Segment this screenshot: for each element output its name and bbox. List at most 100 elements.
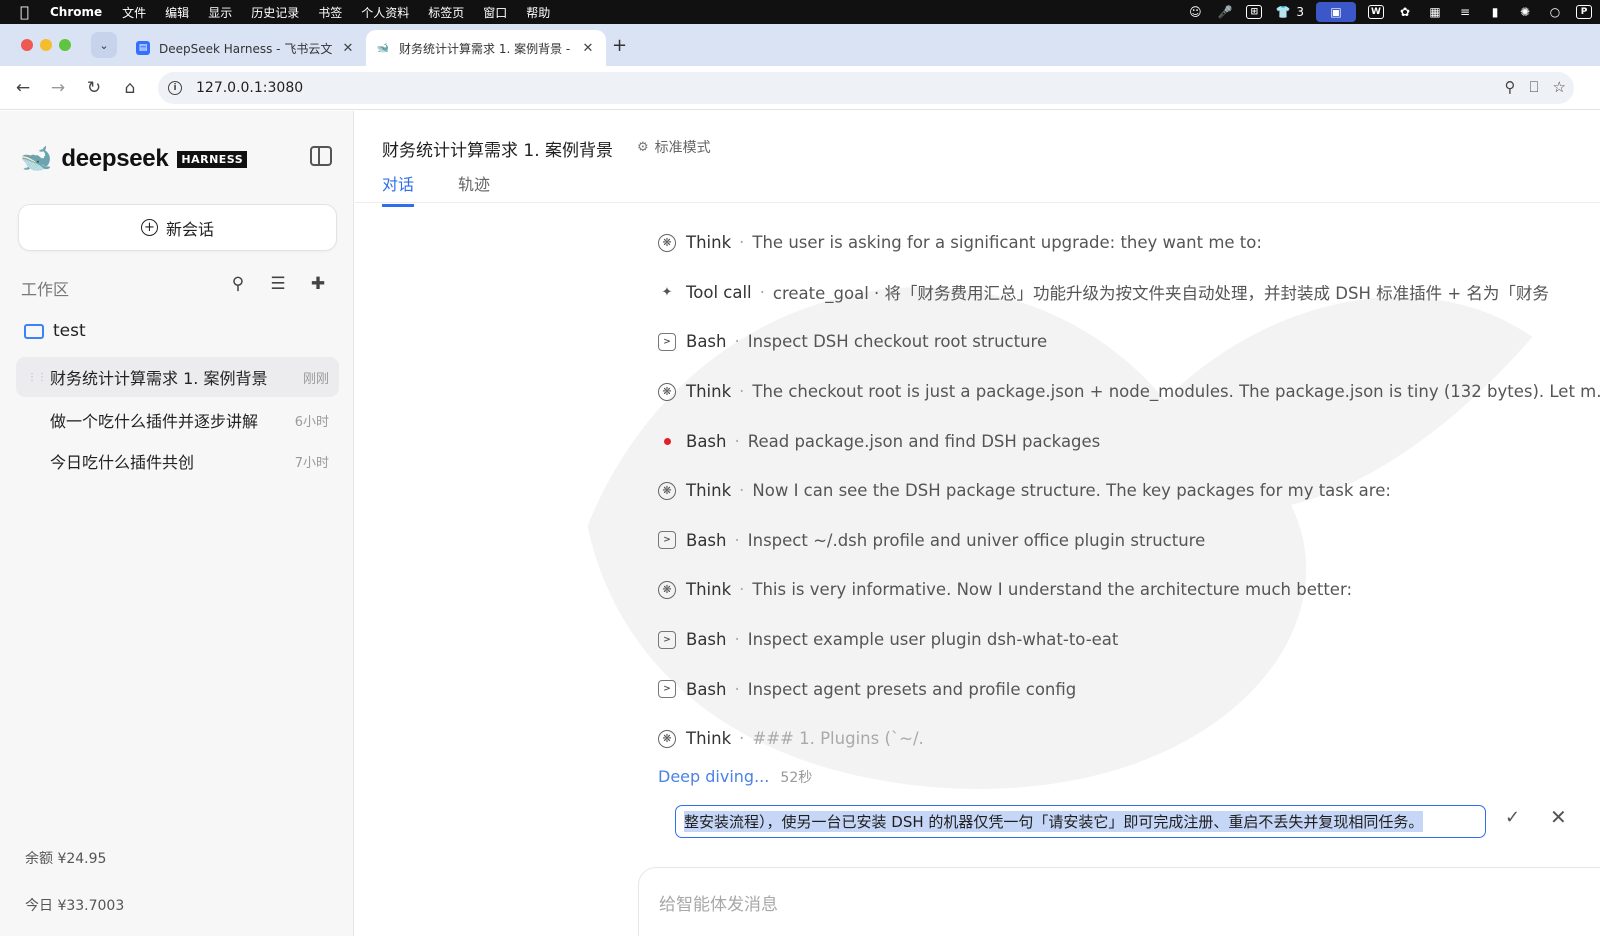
step-separator: · [734,630,740,650]
step-row[interactable]: ❋ Think · This is very informative. Now I… [658,565,1600,615]
window-minimize-button[interactable] [40,39,52,51]
step-separator: · [734,332,740,352]
step-detail: The checkout root is just a package.json… [752,382,1600,402]
site-info-icon[interactable]: i [168,81,182,95]
url-text[interactable]: 127.0.0.1:3080 [196,80,303,96]
chat-bubble-icon[interactable]: ○ [1546,4,1564,20]
browser-tab-title: 财务统计计算需求 1. 案例背景 - [399,41,571,56]
home-icon[interactable]: ⌂ [118,76,142,100]
parking-icon[interactable]: P [1576,5,1592,19]
openai-icon[interactable]: ✺ [1516,4,1534,20]
menu-edit[interactable]: 编辑 [165,4,189,21]
step-separator: · [739,481,745,501]
emoji-icon[interactable]: ☺ [1186,4,1204,20]
goal-edit-input[interactable]: 整安装流程），使另一台已安装 DSH 的机器仅凭一句「请安装它」即可完成注册、重… [675,805,1486,838]
menu-bookmarks[interactable]: 书签 [318,4,342,21]
macos-menu-bar:  Chrome 文件 编辑 显示 历史记录 书签 个人资料 标签页 窗口 帮助… [0,0,1600,24]
step-row[interactable]: > Bash · Inspect example user plugin dsh-… [658,615,1600,665]
menu-tabs[interactable]: 标签页 [428,4,464,21]
conversation-time: 7小时 [294,455,329,471]
step-detail: Inspect DSH checkout root structure [747,332,1048,352]
new-chat-button[interactable]: + 新会话 [18,204,337,251]
plus-circle-icon: + [140,219,158,236]
sliders-icon[interactable]: ≡ [1456,4,1474,20]
mode-indicator[interactable]: ⚙ 标准模式 [637,137,711,157]
tab-close-icon[interactable]: ✕ [580,41,596,56]
terminal-icon: > [658,531,676,550]
terminal-icon: > [658,332,676,351]
zoom-icon[interactable]: ⚲ [1505,78,1516,96]
step-row[interactable]: > Bash · Inspect agent presets and profil… [658,664,1600,714]
workspace-actions: ⚲ ☰ ✚ [228,274,328,294]
menu-view[interactable]: 显示 [208,4,232,21]
conversation-title: 做一个吃什么插件并逐步讲解 [50,412,259,431]
conversation-item[interactable]: 今日吃什么插件共创 7小时 [16,441,339,481]
think-icon: ❋ [658,580,676,599]
menu-help[interactable]: 帮助 [526,4,550,21]
sidebar-toggle-icon[interactable] [310,146,332,166]
step-kind: Think [686,580,732,600]
step-row[interactable]: ❋ Think · The user is asking for a signif… [658,218,1600,268]
install-app-icon[interactable]: ⎕ [1530,78,1539,96]
workspace-folder[interactable]: test [24,321,86,341]
step-row[interactable]: > Bash · Inspect ~/.dsh profile and unive… [658,516,1600,566]
step-kind: Think [686,233,732,253]
confirm-check-icon[interactable]: ✓ [1505,807,1520,828]
back-arrow-icon[interactable]: ← [11,76,35,100]
step-detail: The user is asking for a significant upg… [752,233,1262,253]
menu-profiles[interactable]: 个人资料 [361,4,409,21]
step-detail: create_goal · 将「财务费用汇总」功能升级为按文件夹自动处理，并封装… [772,284,1549,304]
step-row[interactable]: Bash · Read package.json and find DSH pac… [658,416,1600,466]
search-icon[interactable]: ⚲ [228,274,248,294]
menu-app-name[interactable]: Chrome [50,5,102,19]
step-row[interactable]: ❋ Think · The checkout root is just a pac… [658,367,1600,417]
apple-menu-icon[interactable]:  [20,3,36,21]
screen-share-icon[interactable]: ▣ [1316,2,1356,22]
step-separator: · [759,282,765,302]
wps-icon[interactable]: W [1368,5,1384,19]
tab-close-icon[interactable]: ✕ [340,41,356,56]
message-composer[interactable]: 给智能体发消息 [638,867,1600,936]
conversation-item[interactable]: 做一个吃什么插件并逐步讲解 6小时 [16,400,339,440]
tab-search-chevron-icon[interactable]: ⌄ [91,32,117,58]
main-panel: 财务统计计算需求 1. 案例背景 ⚙ 标准模式 对话 轨迹 ❋ Think · T… [355,111,1600,936]
step-kind: Think [686,481,732,501]
input-method-icon[interactable]: ⊞ [1246,5,1263,19]
new-tab-plus-icon[interactable]: + [612,35,627,56]
balance-text: 余额 ¥24.95 [25,851,107,867]
brand-logo[interactable]: 🐋 deepseek HARNESS [20,144,248,174]
bookmark-star-icon[interactable]: ☆ [1553,78,1566,96]
shirt-icon[interactable]: 👕 [1274,4,1292,20]
step-row[interactable]: > Bash · Inspect DSH checkout root struct… [658,317,1600,367]
step-row[interactable]: ✦ Tool call · create_goal · 将「财务费用汇总」功能升级… [658,268,1600,318]
status-line: Deep diving... 52秒 [658,767,812,787]
microphone-icon[interactable]: 🎤 [1216,4,1234,20]
conversation-time: 刚刚 [302,371,329,387]
battery-icon[interactable]: ▮ [1486,4,1504,20]
menu-file[interactable]: 文件 [122,4,146,21]
think-icon: ❋ [658,729,676,748]
browser-tab-feishu[interactable]: ▤ DeepSeek Harness - 飞书云文 ✕ [126,30,366,66]
window-close-button[interactable] [21,39,33,51]
calendar-icon[interactable]: ▦ [1426,4,1444,20]
sparkle-icon: ✦ [661,284,673,300]
window-zoom-button[interactable] [59,39,71,51]
new-folder-icon[interactable]: ✚ [308,274,328,294]
browser-tab-active[interactable]: 🐋 财务统计计算需求 1. 案例背景 - ✕ [366,30,606,66]
menu-window[interactable]: 窗口 [483,4,507,21]
address-bar[interactable]: i 127.0.0.1:3080 ⚲ ⎕ ☆ [158,72,1574,104]
status-text: Deep diving... [658,767,770,786]
composer-placeholder: 给智能体发消息 [659,895,778,915]
step-separator: · [739,729,745,749]
forward-arrow-icon[interactable]: → [46,76,70,100]
running-dot-icon [658,432,676,450]
menu-history[interactable]: 历史记录 [251,4,299,21]
reload-icon[interactable]: ↻ [82,76,106,100]
step-row[interactable]: ❋ Think · Now I can see the DSH package s… [658,466,1600,516]
step-row[interactable]: ❋ Think · ### 1. Plugins (`~/. [658,714,1600,764]
conversation-item[interactable]: ⋮⋮ 财务统计计算需求 1. 案例背景 刚刚 [16,357,339,397]
step-detail: Inspect ~/.dsh profile and univer office… [747,530,1206,550]
cat-icon[interactable]: ✿ [1396,4,1414,20]
filter-sliders-icon[interactable]: ☰ [268,274,288,294]
cancel-close-icon[interactable]: ✕ [1550,805,1567,829]
